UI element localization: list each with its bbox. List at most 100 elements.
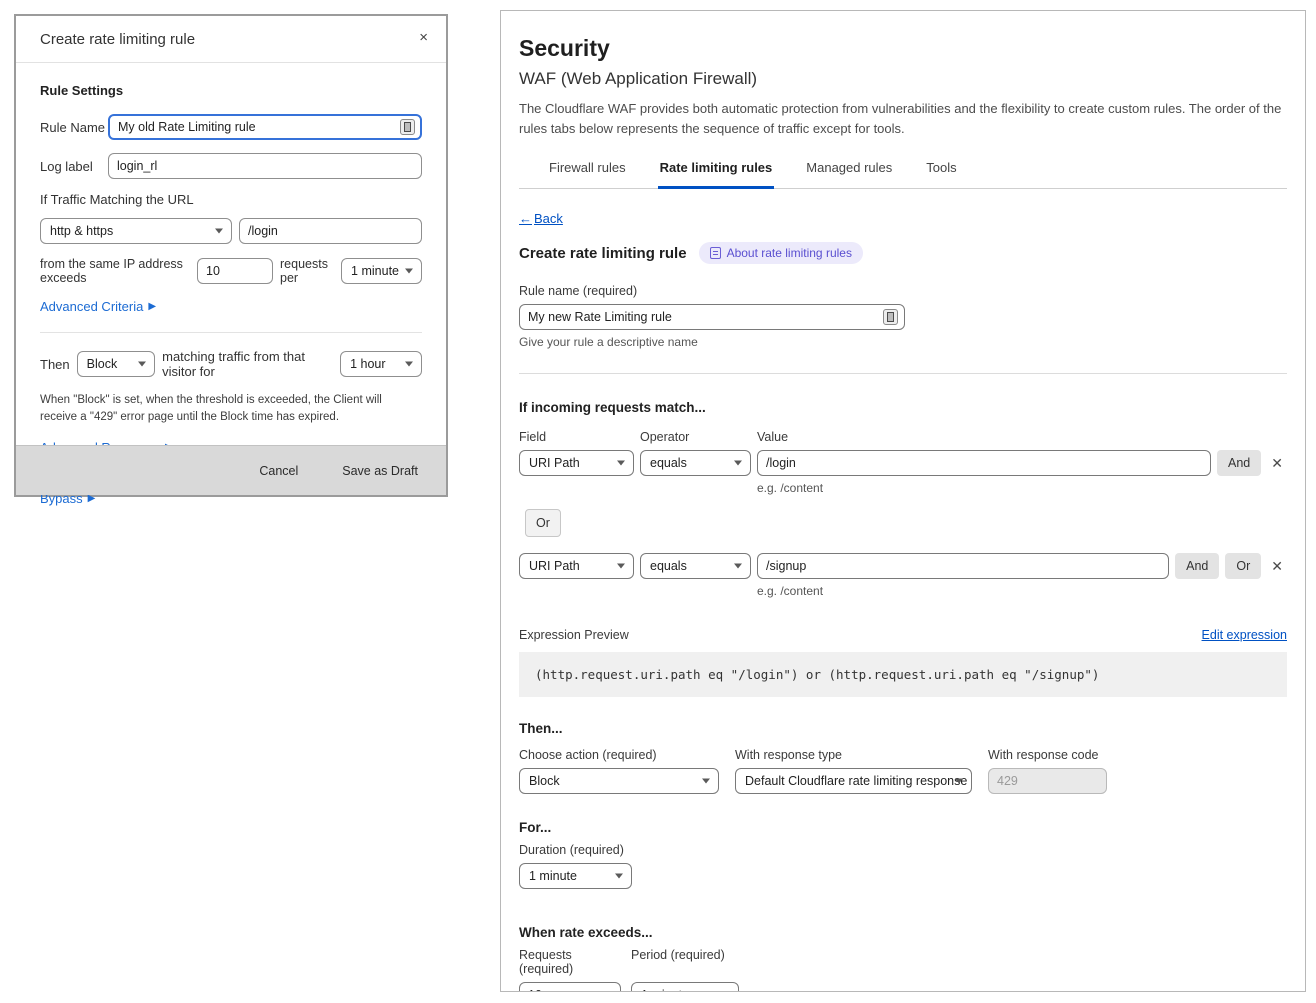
threshold-row: from the same IP address exceeds request…: [40, 257, 422, 285]
autofill-icon[interactable]: [400, 119, 415, 135]
condition-row: URI Path equals And Or ✕: [519, 553, 1287, 579]
edit-expression-link[interactable]: Edit expression: [1202, 628, 1287, 642]
rate-period-value: 1 minute: [641, 988, 689, 992]
rule-name-label: Rule name (required): [519, 284, 1287, 298]
log-label: Log label: [40, 159, 108, 174]
and-button[interactable]: And: [1217, 450, 1261, 476]
advanced-criteria-link[interactable]: Advanced Criteria ▶: [40, 299, 156, 314]
action-select-value: Block: [529, 774, 560, 788]
period-select[interactable]: 1 minute: [341, 258, 422, 284]
duration-label: Duration (required): [519, 843, 1287, 857]
response-type-value: Default Cloudflare rate limiting respons…: [745, 774, 967, 788]
back-link[interactable]: ←Back: [519, 211, 563, 226]
field-select-value: URI Path: [529, 559, 580, 573]
create-rule-heading: Create rate limiting rule: [519, 245, 687, 262]
condition-row: URI Path equals And ✕: [519, 450, 1287, 476]
chevron-down-icon: [617, 461, 625, 466]
operator-select-value: equals: [650, 456, 687, 470]
chevron-down-icon: [138, 362, 146, 367]
response-code-label: With response code: [988, 748, 1107, 762]
expand-triangle-icon: ▶: [148, 301, 156, 312]
condition-column-labels: Field Operator Value: [519, 430, 1287, 444]
about-badge-label: About rate limiting rules: [727, 246, 852, 260]
expression-preview: (http.request.uri.path eq "/login") or (…: [519, 652, 1287, 697]
url-input[interactable]: [239, 218, 422, 244]
block-duration-value: 1 hour: [350, 357, 385, 371]
back-label: Back: [534, 211, 563, 226]
rule-settings-heading: Rule Settings: [40, 83, 422, 98]
field-select[interactable]: URI Path: [519, 553, 634, 579]
remove-condition-icon[interactable]: ✕: [1267, 453, 1287, 474]
rule-name-row: Rule Name: [40, 114, 422, 140]
block-duration-select[interactable]: 1 hour: [340, 351, 422, 377]
url-match-row: http & https: [40, 218, 422, 244]
rule-name-input[interactable]: [108, 114, 422, 140]
matching-text: matching traffic from that visitor for: [162, 349, 333, 379]
or-connector-button[interactable]: Or: [525, 509, 561, 537]
action-select[interactable]: Block: [77, 351, 155, 377]
then-row: Then Block matching traffic from that vi…: [40, 349, 422, 379]
operator-select[interactable]: equals: [640, 450, 751, 476]
expression-preview-label: Expression Preview: [519, 628, 629, 642]
new-rate-limit-panel: Security WAF (Web Application Firewall) …: [500, 10, 1306, 992]
operator-column-label: Operator: [640, 430, 751, 444]
traffic-match-heading: If Traffic Matching the URL: [40, 192, 422, 207]
remove-condition-icon[interactable]: ✕: [1267, 556, 1287, 577]
requests-label: Requests (required): [519, 948, 621, 976]
duration-select[interactable]: 1 minute: [519, 863, 632, 889]
exceeds-text: from the same IP address exceeds: [40, 257, 190, 285]
rate-period-select[interactable]: 1 minute: [631, 982, 739, 992]
value-input[interactable]: [757, 450, 1211, 476]
cancel-button[interactable]: Cancel: [259, 464, 298, 478]
save-as-draft-button[interactable]: Save as Draft: [342, 464, 418, 478]
action-select-value: Block: [87, 357, 118, 371]
chevron-down-icon: [405, 269, 413, 274]
value-column-label: Value: [757, 430, 788, 444]
chevron-down-icon: [734, 461, 742, 466]
operator-select-value: equals: [650, 559, 687, 573]
tab-tools[interactable]: Tools: [924, 154, 958, 189]
value-hint: e.g. /content: [757, 584, 1287, 598]
scheme-select[interactable]: http & https: [40, 218, 232, 244]
value-input[interactable]: [757, 553, 1169, 579]
dialog-footer: Cancel Save as Draft: [16, 445, 446, 495]
requests-per-text: requests per: [280, 257, 334, 285]
or-button[interactable]: Or: [1225, 553, 1261, 579]
dialog-title: Create rate limiting rule: [40, 31, 195, 48]
doc-icon: [710, 247, 721, 259]
field-select-value: URI Path: [529, 456, 580, 470]
requests-input[interactable]: [197, 258, 273, 284]
autofill-icon[interactable]: [883, 309, 898, 325]
divider: [40, 332, 422, 333]
block-note: When "Block" is set, when the threshold …: [40, 392, 422, 427]
operator-select[interactable]: equals: [640, 553, 751, 579]
rule-name-hint: Give your rule a descriptive name: [519, 335, 1287, 349]
close-icon[interactable]: ×: [415, 26, 432, 49]
and-button[interactable]: And: [1175, 553, 1219, 579]
response-type-select[interactable]: Default Cloudflare rate limiting respons…: [735, 768, 972, 794]
dialog-header: Create rate limiting rule ×: [16, 16, 446, 63]
chevron-down-icon: [734, 564, 742, 569]
field-select[interactable]: URI Path: [519, 450, 634, 476]
log-label-input[interactable]: [108, 153, 422, 179]
chevron-down-icon: [215, 229, 223, 234]
rule-name-input[interactable]: [519, 304, 905, 330]
choose-action-label: Choose action (required): [519, 748, 719, 762]
response-code-input: [988, 768, 1107, 794]
period-label: Period (required): [631, 948, 725, 976]
about-rate-limiting-link[interactable]: About rate limiting rules: [699, 242, 863, 264]
then-heading: Then...: [519, 721, 1287, 736]
waf-subtitle: WAF (Web Application Firewall): [519, 69, 1287, 89]
waf-tabs: Firewall rules Rate limiting rules Manag…: [519, 154, 1287, 189]
tab-firewall-rules[interactable]: Firewall rules: [547, 154, 628, 189]
tab-managed-rules[interactable]: Managed rules: [804, 154, 894, 189]
action-select[interactable]: Block: [519, 768, 719, 794]
value-hint: e.g. /content: [757, 481, 1287, 495]
chevron-down-icon: [955, 779, 963, 784]
advanced-criteria-label: Advanced Criteria: [40, 299, 143, 314]
for-heading: For...: [519, 820, 1287, 835]
divider: [519, 373, 1287, 374]
requests-input[interactable]: [519, 982, 621, 992]
scheme-select-value: http & https: [50, 224, 113, 238]
tab-rate-limiting-rules[interactable]: Rate limiting rules: [658, 154, 775, 189]
